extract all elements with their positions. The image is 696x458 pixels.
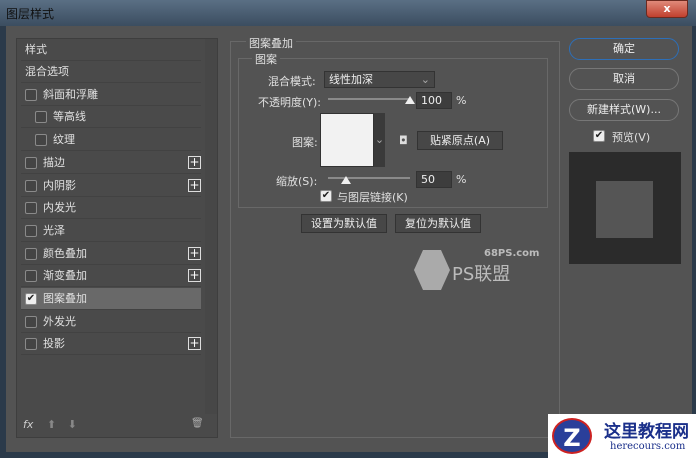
new-preset-icon[interactable]: ◘: [399, 134, 408, 147]
reset-default-button[interactable]: 复位为默认值: [395, 214, 481, 233]
watermark-site: 68PS.com: [484, 248, 540, 259]
style-checkbox[interactable]: [25, 224, 37, 237]
title-bar: 图层样式 x: [0, 0, 696, 26]
window-title: 图层样式: [6, 7, 55, 21]
add-icon[interactable]: +: [188, 246, 201, 260]
watermark-name: 这里教程网: [604, 422, 689, 442]
set-default-button[interactable]: 设置为默认值: [301, 214, 387, 233]
style-checkbox[interactable]: [25, 315, 37, 328]
pattern-label: 图案:: [292, 136, 318, 149]
scale-percent: %: [456, 173, 467, 186]
style-checkbox[interactable]: [25, 202, 37, 215]
link-with-layer-label: 与图层链接(K): [337, 191, 408, 204]
style-item-label: 内发光: [43, 201, 76, 215]
style-item[interactable]: 描边 +: [21, 152, 201, 174]
move-up-icon[interactable]: ⬆: [47, 418, 56, 431]
scale-slider[interactable]: [328, 177, 410, 179]
link-with-layer-checkbox[interactable]: ✔: [320, 190, 332, 202]
style-item-label: 颜色叠加: [43, 246, 87, 260]
opacity-label: 不透明度(Y):: [258, 96, 322, 109]
style-item[interactable]: 渐变叠加 +: [21, 265, 201, 288]
style-checkbox[interactable]: [25, 247, 37, 260]
style-checkbox[interactable]: [35, 111, 47, 124]
opacity-slider-thumb[interactable]: [405, 96, 415, 104]
styles-header[interactable]: 样式: [21, 39, 201, 61]
move-down-icon[interactable]: ⬇: [68, 418, 77, 431]
scale-input[interactable]: 50: [416, 171, 452, 188]
section-title: 图案叠加: [246, 35, 296, 51]
opacity-slider[interactable]: [328, 98, 410, 100]
opacity-percent: %: [456, 94, 467, 107]
chevron-down-icon: ⌄: [420, 73, 430, 86]
blend-mode-value: 线性加深: [329, 73, 373, 86]
style-item[interactable]: 纹理: [21, 129, 201, 152]
style-item-label: 等高线: [53, 110, 86, 124]
scrollbar[interactable]: [205, 39, 217, 414]
layer-style-dialog: 样式 fx ⬆ ⬇ 🗑 混合选项斜面和浮雕等高线纹理描边 + 内阴影 + 内发光光泽颜色…: [6, 26, 692, 452]
style-item-label: 纹理: [53, 133, 75, 147]
cancel-button[interactable]: 取消: [569, 68, 679, 90]
styles-footer: fx ⬆ ⬇ 🗑: [23, 418, 204, 431]
blend-mode-select[interactable]: 线性加深 ⌄: [324, 71, 435, 88]
preview-label: 预览(V): [612, 131, 651, 144]
style-checkbox[interactable]: ✔: [25, 293, 37, 305]
styles-list: 样式 fx ⬆ ⬇ 🗑 混合选项斜面和浮雕等高线纹理描边 + 内阴影 + 内发光光泽颜色…: [16, 38, 218, 438]
ok-button[interactable]: 确定: [569, 38, 679, 60]
preview-thumbnail: [569, 152, 681, 264]
group-title: 图案: [252, 51, 280, 67]
style-item-label: 外发光: [43, 314, 76, 328]
style-checkbox[interactable]: [25, 338, 37, 351]
add-icon[interactable]: +: [188, 337, 201, 351]
snap-to-origin-button[interactable]: 贴紧原点(A): [417, 131, 503, 150]
style-item[interactable]: 混合选项: [21, 61, 201, 83]
add-icon[interactable]: +: [188, 269, 201, 283]
pattern-picker-chevron-icon[interactable]: ⌄: [374, 113, 385, 167]
style-checkbox[interactable]: [25, 88, 37, 101]
style-item-label: 混合选项: [25, 65, 69, 78]
style-item-label: 描边: [43, 155, 65, 169]
preview-checkbox[interactable]: ✔: [593, 130, 605, 142]
add-icon[interactable]: +: [188, 178, 201, 192]
style-item[interactable]: 内阴影 +: [21, 175, 201, 197]
style-item-label: 内阴影: [43, 178, 76, 192]
style-item[interactable]: 光泽: [21, 220, 201, 242]
style-item-label: 图案叠加: [43, 292, 87, 305]
scale-label: 缩放(S):: [276, 175, 318, 188]
new-style-button[interactable]: 新建样式(W)...: [569, 99, 679, 121]
style-item[interactable]: 斜面和浮雕: [21, 84, 201, 106]
blend-mode-label: 混合模式:: [268, 75, 316, 88]
watermark-brand: PS联盟: [452, 264, 511, 285]
style-item[interactable]: 等高线: [21, 106, 201, 129]
trash-icon[interactable]: 🗑: [191, 418, 204, 429]
watermark-z-logo-icon: Z: [552, 418, 592, 454]
style-item-label: 斜面和浮雕: [43, 87, 98, 101]
close-button[interactable]: x: [646, 0, 688, 18]
style-item[interactable]: 颜色叠加 +: [21, 243, 201, 265]
watermark-url: herecours.com: [610, 441, 686, 452]
site-watermark: Z 这里教程网 herecours.com: [548, 414, 696, 458]
add-icon[interactable]: +: [188, 155, 201, 169]
style-item-label: 渐变叠加: [43, 269, 87, 283]
style-item[interactable]: 内发光: [21, 197, 201, 220]
styles-header-label: 样式: [25, 43, 47, 56]
style-item[interactable]: 投影 +: [21, 333, 201, 356]
style-checkbox[interactable]: [35, 134, 47, 147]
style-checkbox[interactable]: [25, 156, 37, 169]
fx-button[interactable]: fx: [23, 418, 33, 431]
pattern-swatch[interactable]: [320, 113, 374, 167]
preview-swatch: [596, 181, 653, 238]
style-checkbox[interactable]: [25, 179, 37, 192]
scale-slider-thumb[interactable]: [341, 176, 352, 184]
style-item[interactable]: ✔ 图案叠加: [21, 288, 201, 310]
style-item-label: 光泽: [43, 223, 65, 237]
opacity-input[interactable]: 100: [416, 92, 452, 109]
style-checkbox[interactable]: [25, 270, 37, 283]
style-item-label: 投影: [43, 337, 65, 351]
style-item[interactable]: 外发光: [21, 311, 201, 333]
